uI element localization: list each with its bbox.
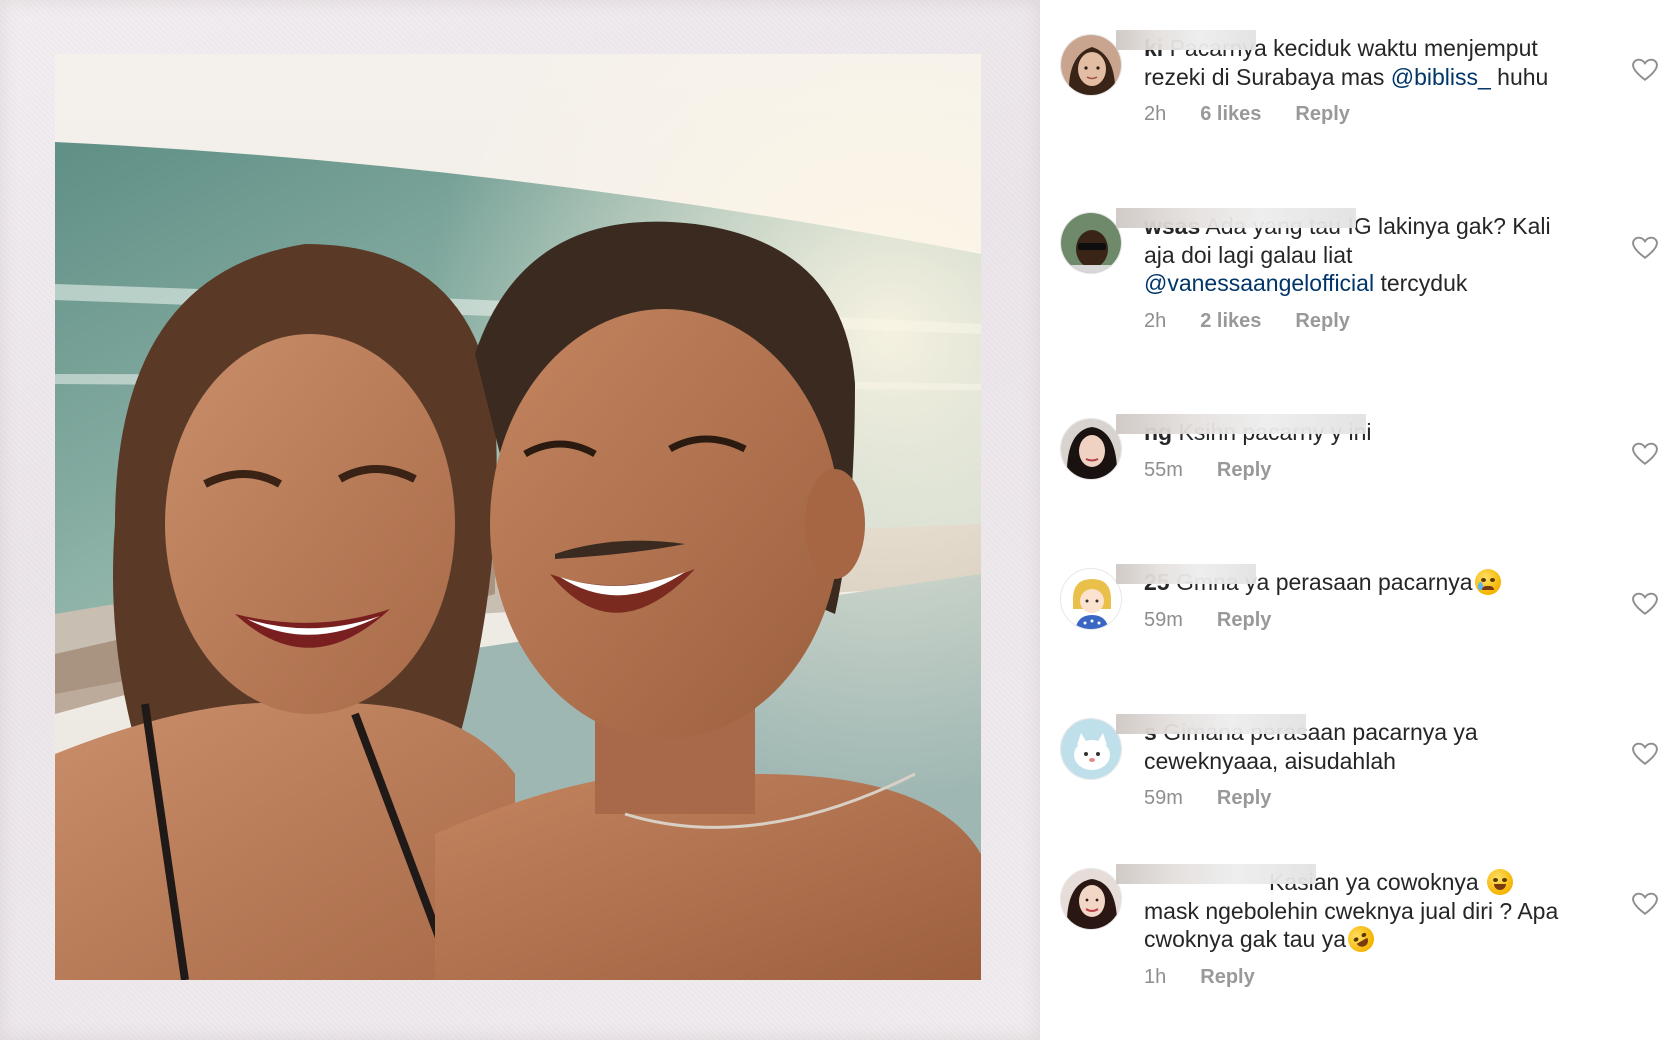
reply-button[interactable]: Reply xyxy=(1295,310,1349,333)
avatar[interactable] xyxy=(1060,718,1122,780)
post-photo[interactable] xyxy=(55,54,981,980)
heart-icon[interactable] xyxy=(1632,742,1658,766)
comment-text: ng Ksihn pacarny y ini xyxy=(1116,414,1574,447)
heart-icon[interactable] xyxy=(1632,442,1658,466)
comment-time[interactable]: 55m xyxy=(1144,459,1183,482)
likes-count[interactable]: 6 likes xyxy=(1200,103,1261,126)
redacted-username xyxy=(1116,30,1256,50)
heart-icon[interactable] xyxy=(1632,58,1658,82)
mention-link[interactable]: @vanessaangelofficial xyxy=(1144,270,1374,296)
rolling-laughing-emoji-icon xyxy=(1343,921,1379,957)
profile-photo-woman-icon xyxy=(1061,35,1121,95)
redacted-username xyxy=(1116,414,1366,434)
profile-photo-man-sunglasses-icon xyxy=(1061,213,1121,273)
reply-button[interactable]: Reply xyxy=(1217,459,1271,482)
heart-icon[interactable] xyxy=(1632,236,1658,260)
avatar[interactable] xyxy=(1060,418,1122,480)
cartoon-girl-avatar-icon xyxy=(1061,569,1121,629)
comment-time[interactable]: 2h xyxy=(1144,103,1166,126)
mention-link[interactable]: @bibliss_ xyxy=(1391,64,1491,90)
comment-meta: 2h 2 likes Reply xyxy=(1144,310,1574,333)
comment-text: wsas Ada yang tau IG lakinya gak? Kali a… xyxy=(1116,208,1574,298)
comment-meta: 59m Reply xyxy=(1144,609,1574,632)
redacted-username xyxy=(1116,864,1316,884)
avatar[interactable] xyxy=(1060,868,1122,930)
laughing-tears-emoji-icon xyxy=(1487,869,1514,895)
profile-photo-woman-long-hair-icon xyxy=(1061,869,1121,929)
comment-time[interactable]: 59m xyxy=(1144,609,1183,632)
comment-time[interactable]: 1h xyxy=(1144,966,1166,989)
avatar[interactable] xyxy=(1060,34,1122,96)
selfie-image xyxy=(55,54,981,980)
redacted-username xyxy=(1116,208,1356,228)
comment-message-tail: huhu xyxy=(1490,63,1549,90)
avatar[interactable] xyxy=(1060,568,1122,630)
redacted-username xyxy=(1116,564,1256,584)
comment-time[interactable]: 59m xyxy=(1144,787,1183,810)
profile-photo-woman-dark-icon xyxy=(1061,419,1121,479)
comments-panel: ki Pacarnya keciduk waktu menjemput reze… xyxy=(1040,0,1663,1023)
reply-button[interactable]: Reply xyxy=(1217,609,1271,632)
comment-meta: 2h 6 likes Reply xyxy=(1144,103,1574,126)
comment-meta: 1h Reply xyxy=(1144,966,1574,989)
reply-button[interactable]: Reply xyxy=(1295,103,1349,126)
comment-meta: 55m Reply xyxy=(1144,459,1574,482)
comment-text: s Gimana perasaan pacarnya ya ceweknyaaa… xyxy=(1116,714,1574,775)
reply-button[interactable]: Reply xyxy=(1217,787,1271,810)
polaroid-frame xyxy=(0,0,1040,1040)
heart-icon[interactable] xyxy=(1632,892,1658,916)
avatar[interactable] xyxy=(1060,212,1122,274)
comment-meta: 59m Reply xyxy=(1144,787,1574,810)
reply-button[interactable]: Reply xyxy=(1200,966,1254,989)
comment-text: ki Pacarnya keciduk waktu menjemput reze… xyxy=(1116,30,1574,91)
crying-face-emoji-icon xyxy=(1474,569,1501,595)
comment-text: 25 Gmna ya perasaan pacarnya xyxy=(1116,564,1574,597)
comment-time[interactable]: 2h xyxy=(1144,310,1166,333)
comment-text: Kasian ya cowoknya mask ngebolehin cwekn… xyxy=(1116,864,1574,957)
likes-count[interactable]: 2 likes xyxy=(1200,310,1261,333)
redacted-username xyxy=(1116,714,1306,734)
heart-icon[interactable] xyxy=(1632,592,1658,616)
comment-message-tail: tercyduk xyxy=(1374,270,1468,296)
cartoon-cat-avatar-icon xyxy=(1061,719,1121,779)
